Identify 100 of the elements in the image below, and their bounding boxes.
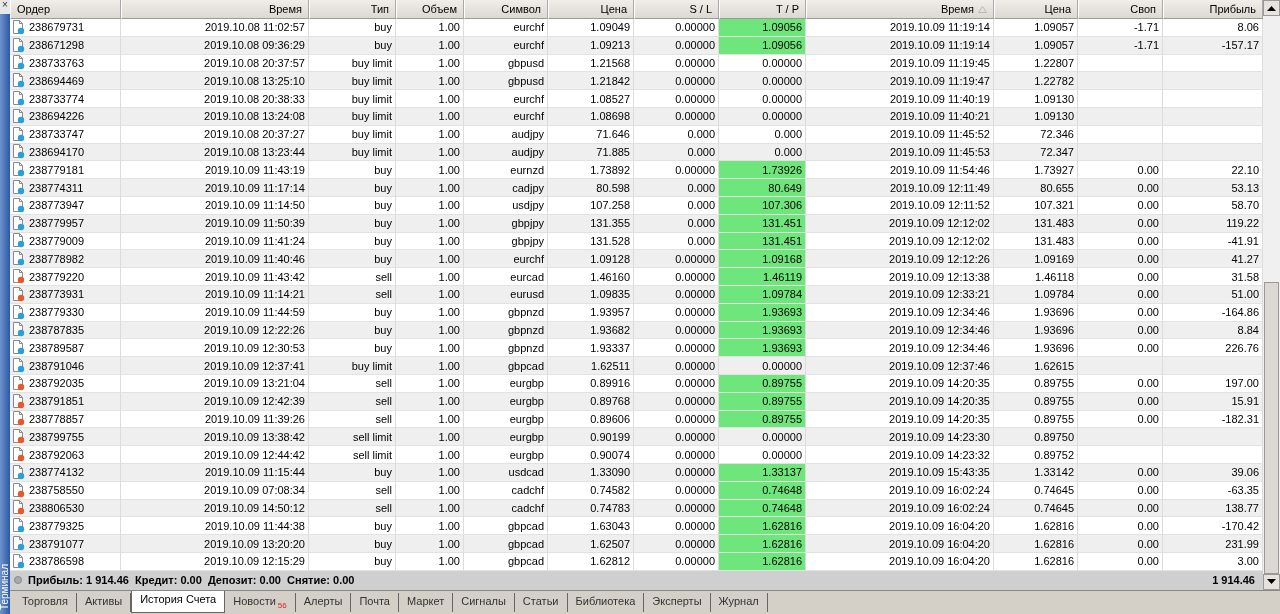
table-cell: buy (309, 552, 396, 571)
tab[interactable]: Почта (351, 592, 399, 612)
table-cell: 1.00 (396, 268, 464, 286)
table-cell: 0.00 (1078, 196, 1163, 215)
tab[interactable]: Эксперты (644, 592, 711, 612)
scroll-up-icon[interactable] (1263, 0, 1280, 16)
table-cell: 2019.10.08 20:38:33 (121, 90, 309, 108)
order-cell: 238671298 (10, 36, 121, 55)
table-cell: eurgbp (464, 392, 548, 411)
column-header[interactable]: Символ (464, 0, 548, 19)
table-cell: 2019.10.09 14:20:35 (806, 374, 994, 393)
scrollbar[interactable] (1263, 0, 1280, 590)
column-header[interactable]: Ордер (10, 0, 121, 19)
table-cell: 2019.10.09 13:21:04 (121, 374, 309, 393)
column-header[interactable]: S / L (634, 0, 719, 19)
column-header[interactable]: Цена (994, 0, 1078, 19)
table-cell: eurchf (464, 90, 548, 108)
table-cell: 1.46160 (548, 268, 634, 286)
column-header[interactable]: T / P (719, 0, 806, 19)
column-header[interactable]: Своп (1078, 0, 1163, 19)
table-cell: 80.655 (994, 179, 1078, 197)
tab[interactable]: Сигналы (453, 592, 515, 612)
table-cell: 72.346 (994, 125, 1078, 144)
table-cell: 1.33142 (994, 463, 1078, 482)
table-cell: 2019.10.09 12:15:29 (121, 552, 309, 571)
table-cell: 1.62615 (994, 357, 1078, 375)
buy-order-icon (12, 464, 25, 480)
buy-order-icon (12, 215, 25, 231)
column-header[interactable]: Цена (548, 0, 634, 19)
column-header[interactable]: Объем (396, 0, 464, 19)
table-cell: 2019.10.09 16:04:20 (806, 535, 994, 553)
table-cell: usdjpy (464, 196, 548, 215)
column-header[interactable]: Тип (309, 0, 396, 19)
table-cell: 1.33090 (548, 463, 634, 482)
column-header[interactable]: Время (806, 0, 994, 19)
table-cell: 1.62816 (994, 535, 1078, 553)
table-cell: 2019.10.09 11:44:59 (121, 303, 309, 322)
table-cell: buy (309, 303, 396, 322)
table-cell: 2019.10.09 11:14:21 (121, 285, 309, 304)
table-cell: 0.00 (1078, 535, 1163, 553)
sell-order-icon (12, 393, 25, 409)
tab[interactable]: Новости $_{56}$ (225, 592, 296, 612)
take-profit-cell: 1.73926 (719, 161, 806, 180)
table-cell: -1.71 (1078, 36, 1163, 55)
table-cell: 2019.10.09 12:44:42 (121, 446, 309, 464)
table-cell: buy (309, 196, 396, 215)
table-cell: 1.62507 (548, 535, 634, 553)
scroll-down-icon[interactable] (1263, 573, 1280, 590)
table-cell: cadjpy (464, 179, 548, 197)
table-cell: gbpcad (464, 552, 548, 571)
tab[interactable]: Статьи (514, 592, 568, 612)
table-cell: 2019.10.09 11:40:19 (806, 90, 994, 108)
table-cell: 1.00 (396, 285, 464, 304)
take-profit-cell: 1.62816 (719, 535, 806, 553)
order-cell: 238791077 (10, 535, 121, 553)
table-cell: 1.08698 (548, 108, 634, 126)
tab[interactable]: Библиотека (567, 592, 645, 612)
scroll-thumb[interactable] (1264, 281, 1279, 574)
table-cell: 2019.10.09 14:23:32 (806, 446, 994, 464)
table-cell: 2019.10.09 12:37:46 (806, 357, 994, 375)
column-header[interactable]: Прибыль (1163, 0, 1263, 19)
table-cell: 0.00000 (634, 446, 719, 464)
tab[interactable]: Журнал (710, 592, 768, 612)
tab[interactable]: Торговля (14, 592, 77, 612)
table-cell: 2019.10.08 20:37:27 (121, 125, 309, 144)
order-cell: 238792035 (10, 374, 121, 393)
table-cell: 2019.10.09 11:43:42 (121, 268, 309, 286)
take-profit-cell: 0.00000 (719, 357, 806, 375)
tab[interactable]: Маркет (399, 592, 454, 612)
table-cell: 71.646 (548, 125, 634, 144)
table-cell: 2019.10.09 07:08:34 (121, 481, 309, 500)
table-cell: 0.000 (634, 125, 719, 144)
table-cell: eurcad (464, 268, 548, 286)
table-cell: 1.93696 (994, 303, 1078, 322)
table-cell: eurchf (464, 108, 548, 126)
table-cell: 2019.10.09 15:43:35 (806, 463, 994, 482)
table-cell: 1.00 (396, 357, 464, 375)
table-cell: 2019.10.09 12:13:38 (806, 268, 994, 286)
table-cell: usdcad (464, 463, 548, 482)
table-cell: 1.00 (396, 36, 464, 55)
table-cell: buy limit (309, 125, 396, 144)
buy-order-icon (12, 358, 25, 374)
take-profit-cell: 1.93693 (719, 339, 806, 358)
take-profit-cell: 0.00000 (719, 108, 806, 126)
table-cell: 2019.10.09 11:50:39 (121, 214, 309, 233)
column-header[interactable]: Время (121, 0, 309, 19)
table-cell: 2019.10.09 13:20:20 (121, 535, 309, 553)
buy-order-icon (12, 37, 25, 53)
table-cell: gbpcad (464, 535, 548, 553)
table-cell: 2019.10.09 11:40:21 (806, 108, 994, 126)
close-button[interactable]: × (0, 0, 10, 14)
table-cell: 131.355 (548, 214, 634, 233)
status-icon (14, 576, 22, 585)
table-cell: 0.00 (1078, 463, 1163, 482)
table-cell: 2019.10.09 11:19:14 (806, 19, 994, 37)
table-cell: 2019.10.09 11:19:14 (806, 36, 994, 55)
table-cell: 1.00 (396, 374, 464, 393)
tab[interactable]: Алерты (295, 592, 352, 612)
table-cell: 2019.10.09 12:37:41 (121, 357, 309, 375)
tab[interactable]: История Счета (131, 590, 226, 613)
